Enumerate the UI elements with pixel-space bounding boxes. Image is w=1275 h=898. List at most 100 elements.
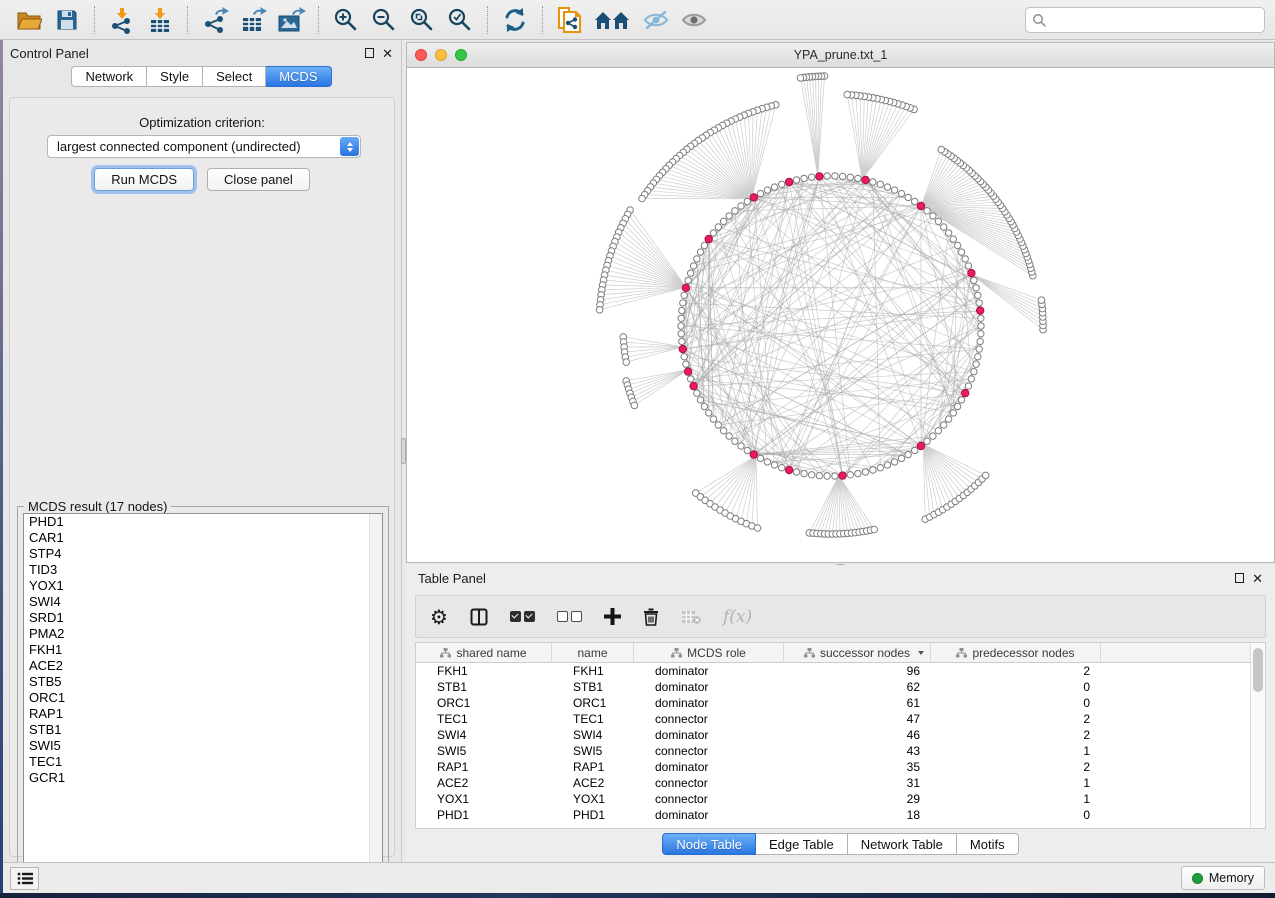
mcds-result-node[interactable]: CAR1	[24, 530, 382, 546]
export-image-button[interactable]	[274, 4, 308, 36]
mcds-result-node[interactable]: RAP1	[24, 706, 382, 722]
mcds-result-node[interactable]: FKH1	[24, 642, 382, 658]
toolbar-separator	[487, 6, 488, 34]
delete-column-button[interactable]	[643, 607, 659, 626]
table-tab-edge-table[interactable]: Edge Table	[756, 833, 848, 855]
mcds-result-node[interactable]: GCR1	[24, 770, 382, 786]
column-settings-button[interactable]	[470, 608, 488, 626]
panel-splitter-handle[interactable]	[401, 438, 406, 464]
network-window-titlebar[interactable]: YPA_prune.txt_1	[407, 43, 1274, 68]
table-tab-motifs[interactable]: Motifs	[957, 833, 1019, 855]
mcds-result-list[interactable]: PHD1CAR1STP4TID3YOX1SWI4SRD1PMA2FKH1ACE2…	[23, 513, 383, 873]
neighborhood-button[interactable]	[591, 4, 635, 36]
zoom-out-button[interactable]	[367, 4, 401, 36]
table-cell: connector	[634, 791, 784, 807]
close-panel-icon[interactable]: ✕	[382, 47, 393, 60]
table-settings-button[interactable]: ⚙	[430, 607, 448, 627]
mcds-result-node[interactable]: PHD1	[24, 514, 382, 530]
table-cell: 2	[931, 759, 1101, 775]
task-history-button[interactable]	[10, 867, 39, 890]
column-header-predecessor-nodes[interactable]: predecessor nodes	[931, 643, 1101, 662]
table-cell: ORC1	[552, 695, 634, 711]
table-tab-network-table[interactable]: Network Table	[848, 833, 957, 855]
scrollbar-thumb[interactable]	[1253, 648, 1263, 692]
memory-button[interactable]: Memory	[1181, 866, 1265, 890]
tab-network[interactable]: Network	[71, 66, 147, 87]
table-scrollbar[interactable]	[1250, 643, 1265, 828]
float-panel-icon[interactable]	[365, 48, 374, 58]
table-cell: dominator	[634, 663, 784, 679]
table-cell: 2	[931, 663, 1101, 679]
desktop-wallpaper-bottom	[0, 893, 1275, 898]
save-floppy-icon	[55, 8, 79, 32]
zoom-in-button[interactable]	[329, 4, 363, 36]
table-row[interactable]: RAP1RAP1dominator352	[416, 759, 1265, 775]
show-all-button[interactable]	[677, 4, 711, 36]
open-folder-icon	[16, 9, 42, 31]
column-header-successor-nodes[interactable]: successor nodes	[784, 643, 931, 662]
table-cell: TEC1	[552, 711, 634, 727]
table-row[interactable]: TEC1TEC1connector472	[416, 711, 1265, 727]
mcds-result-node[interactable]: STP4	[24, 546, 382, 562]
mcds-result-node[interactable]: ORC1	[24, 690, 382, 706]
close-table-panel-icon[interactable]: ✕	[1252, 572, 1263, 585]
table-tab-node-table[interactable]: Node Table	[662, 833, 756, 855]
toolbar-separator	[318, 6, 319, 34]
table-row[interactable]: PHD1PHD1dominator180	[416, 807, 1265, 823]
tab-select[interactable]: Select	[203, 66, 266, 87]
duplicate-network-button[interactable]	[553, 4, 587, 36]
table-panel-title: Table Panel	[418, 571, 486, 586]
table-cell: ACE2	[416, 775, 552, 791]
mcds-result-node[interactable]: TID3	[24, 562, 382, 578]
criterion-select[interactable]: largest connected component (undirected)	[47, 135, 361, 158]
mcds-result-node[interactable]: SRD1	[24, 610, 382, 626]
search-icon	[1032, 13, 1046, 27]
run-mcds-button[interactable]: Run MCDS	[94, 168, 194, 191]
table-cell: dominator	[634, 727, 784, 743]
mcds-result-node[interactable]: SWI4	[24, 594, 382, 610]
table-cell: 2	[931, 711, 1101, 727]
table-row[interactable]: STB1STB1dominator620	[416, 679, 1265, 695]
mcds-result-node[interactable]: SWI5	[24, 738, 382, 754]
toolbar-separator	[94, 6, 95, 34]
list-scrollbar[interactable]	[369, 514, 382, 872]
float-table-panel-icon[interactable]	[1235, 573, 1244, 583]
column-header-MCDS-role[interactable]: MCDS role	[634, 643, 784, 662]
export-network-button[interactable]	[198, 4, 232, 36]
select-all-columns-button[interactable]	[510, 611, 535, 622]
column-header-name[interactable]: name	[552, 643, 634, 662]
zoom-selected-button[interactable]	[443, 4, 477, 36]
import-network-button[interactable]	[105, 4, 139, 36]
hide-selected-button[interactable]	[639, 4, 673, 36]
tab-mcds[interactable]: MCDS	[266, 66, 331, 87]
tab-style[interactable]: Style	[147, 66, 203, 87]
table-row[interactable]: SWI4SWI4dominator462	[416, 727, 1265, 743]
table-row[interactable]: SWI5SWI5connector431	[416, 743, 1265, 759]
network-graph	[407, 68, 1274, 562]
table-row[interactable]: ORC1ORC1dominator610	[416, 695, 1265, 711]
column-header-shared-name[interactable]: shared name	[416, 643, 552, 662]
table-cell: 0	[931, 807, 1101, 823]
table-row[interactable]: YOX1YOX1connector291	[416, 791, 1265, 807]
mcds-result-node[interactable]: YOX1	[24, 578, 382, 594]
mcds-result-node[interactable]: TEC1	[24, 754, 382, 770]
unselect-all-columns-button[interactable]	[557, 611, 582, 622]
mcds-result-node[interactable]: STB5	[24, 674, 382, 690]
refresh-view-button[interactable]	[498, 4, 532, 36]
mcds-result-node[interactable]: STB1	[24, 722, 382, 738]
create-column-button[interactable]	[604, 608, 621, 625]
network-canvas[interactable]	[407, 68, 1274, 562]
close-panel-button[interactable]: Close panel	[207, 168, 310, 191]
control-panel: Control Panel ✕ NetworkStyleSelectMCDS O…	[2, 40, 402, 862]
mcds-result-node[interactable]: PMA2	[24, 626, 382, 642]
search-input[interactable]	[1025, 7, 1265, 33]
table-row[interactable]: FKH1FKH1dominator962	[416, 663, 1265, 679]
export-table-button[interactable]	[236, 4, 270, 36]
import-table-button[interactable]	[143, 4, 177, 36]
eye-slash-icon	[642, 9, 670, 31]
open-file-button[interactable]	[12, 4, 46, 36]
zoom-fit-button[interactable]	[405, 4, 439, 36]
save-session-button[interactable]	[50, 4, 84, 36]
mcds-result-node[interactable]: ACE2	[24, 658, 382, 674]
table-row[interactable]: ACE2ACE2connector311	[416, 775, 1265, 791]
